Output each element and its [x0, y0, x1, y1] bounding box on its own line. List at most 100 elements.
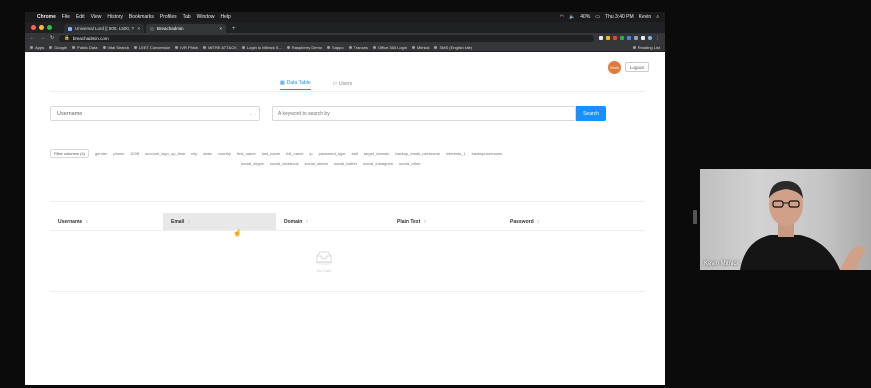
bookmark-item[interactable]: IVR Phish	[175, 45, 198, 50]
share-icon[interactable]	[599, 36, 603, 40]
tab-label: Data Table	[286, 80, 311, 86]
filter-column-option[interactable]: first_name	[237, 151, 256, 156]
bookmark-label: Mitnick	[417, 44, 430, 50]
back-icon[interactable]: ←	[30, 35, 35, 41]
filter-column-option[interactable]: state	[203, 151, 212, 156]
bookmark-item[interactable]: Google	[49, 45, 67, 50]
filter-column-option[interactable]: social_other	[399, 161, 421, 166]
menu-item-bookmarks[interactable]: Bookmarks	[129, 14, 154, 20]
filter-column-option[interactable]: backupusername	[472, 151, 503, 156]
bookmark-item[interactable]: Office 365 Login	[372, 45, 407, 50]
menu-item-history[interactable]: History	[107, 14, 123, 20]
avatar[interactable]: Kevin	[608, 61, 621, 74]
search-button[interactable]: Search	[576, 106, 606, 121]
search-input[interactable]	[272, 106, 576, 121]
filter-column-option[interactable]: ip	[310, 151, 313, 156]
wifi-icon[interactable]: ◠	[560, 14, 564, 20]
tab-data-table[interactable]: ▦ Data Table	[280, 80, 311, 90]
sort-icon[interactable]: ⇕	[537, 219, 540, 224]
filter-column-option[interactable]: city	[191, 151, 197, 156]
filter-column-option[interactable]: target_domain	[364, 151, 390, 156]
menu-item-help[interactable]: Help	[220, 14, 230, 20]
bookmark-favicon-icon	[102, 45, 106, 49]
filter-column-option[interactable]: account_sign_up_time	[145, 151, 185, 156]
minimize-window-icon[interactable]	[39, 25, 44, 30]
puzzle-icon[interactable]	[641, 36, 645, 40]
filter-columns-button[interactable]: Filter columns (4)	[50, 149, 89, 158]
column-header-plain-text[interactable]: Plain Text ⇕	[389, 213, 502, 230]
bookmark-item[interactable]: LEET Conversion	[134, 45, 170, 50]
bookmark-item[interactable]: Vital Search	[102, 45, 129, 50]
menu-item-view[interactable]: View	[91, 14, 102, 20]
bookmark-item[interactable]: Public Data	[72, 45, 98, 50]
menu-item-profiles[interactable]: Profiles	[160, 14, 177, 20]
webcam-resize-handle[interactable]	[693, 210, 697, 224]
bookmark-item[interactable]: Login to Mitnick S...	[241, 45, 282, 50]
filter-column-option[interactable]: social_twitter	[334, 161, 357, 166]
column-header-username[interactable]: Username ⇕	[50, 213, 163, 230]
bookmark-item[interactable]: SMS (English site)	[434, 45, 472, 50]
extension-icon[interactable]	[634, 36, 638, 40]
sort-icon[interactable]: ⇕	[305, 219, 308, 224]
extension-icon[interactable]	[627, 36, 631, 40]
filter-column-option[interactable]: gender	[95, 151, 107, 156]
close-window-icon[interactable]	[31, 25, 36, 30]
filter-column-option[interactable]: interests_1	[446, 151, 466, 156]
filter-column-option[interactable]: social_steam	[305, 161, 328, 166]
new-tab-icon[interactable]: +	[228, 24, 240, 33]
battery-percent[interactable]: 40%	[580, 14, 590, 20]
tab-close-icon[interactable]: ×	[137, 26, 140, 31]
bookmark-favicon-icon	[286, 45, 290, 49]
tab-users[interactable]: ⚇ Users	[333, 80, 353, 90]
bookmark-item[interactable]: Sappo	[327, 45, 344, 50]
menu-item-edit[interactable]: Edit	[76, 14, 85, 20]
extension-icon[interactable]	[620, 36, 624, 40]
filter-column-option[interactable]: last_name	[262, 151, 280, 156]
filter-column-option[interactable]: salt	[352, 151, 358, 156]
sort-icon[interactable]: ⇕	[85, 219, 88, 224]
menu-item-tab[interactable]: Tab	[183, 14, 191, 20]
bookmark-item[interactable]: Apps	[30, 45, 44, 50]
maximize-window-icon[interactable]	[47, 25, 52, 30]
volume-icon[interactable]: 🔈	[569, 14, 575, 20]
filter-column-option[interactable]: social_skype	[241, 161, 264, 166]
more-menu-icon[interactable]: ⋮	[655, 35, 660, 41]
spotlight-search-icon[interactable]: ⌕	[656, 14, 659, 20]
logout-button[interactable]: Logout	[625, 62, 649, 72]
sort-icon[interactable]: ⇕	[187, 219, 190, 224]
search-field-select[interactable]: Username ⌄	[50, 106, 260, 121]
filter-column-option[interactable]: social_instagram	[363, 161, 393, 166]
filter-column-option[interactable]: backup_email_username	[395, 151, 440, 156]
reading-list-button[interactable]: Reading List	[632, 45, 660, 50]
menu-item-chrome[interactable]: Chrome	[37, 14, 56, 20]
bookmark-star-icon[interactable]	[606, 36, 610, 40]
extension-icon[interactable]	[613, 36, 617, 40]
menubar-user[interactable]: Kevin	[639, 14, 652, 20]
bookmark-item[interactable]: MITRE ATT&CK	[203, 45, 237, 50]
menu-item-file[interactable]: File	[62, 14, 70, 20]
browser-tab[interactable]: Universal Lord || 500, L500, ? ×	[64, 24, 144, 33]
hand-cursor-icon: ☝	[233, 230, 242, 237]
filter-column-option[interactable]: password_type	[319, 151, 346, 156]
tab-close-icon[interactable]: ×	[219, 26, 222, 31]
filter-column-option[interactable]: country	[218, 151, 231, 156]
column-header-password[interactable]: Password ⇕	[502, 213, 645, 230]
column-header-email[interactable]: Email ⇕	[163, 213, 276, 230]
browser-toolbar: ← → ↻ 🔒 breachadmin.com ⋮	[25, 33, 665, 43]
sort-icon[interactable]: ⇕	[423, 219, 426, 224]
profile-icon[interactable]	[648, 36, 652, 40]
browser-tab-active[interactable]: Breachadmin ×	[146, 24, 226, 33]
filter-column-option[interactable]: social_facebook	[270, 161, 299, 166]
column-header-domain[interactable]: Domain ⇕	[276, 213, 389, 230]
menu-item-window[interactable]: Window	[197, 14, 215, 20]
menubar-clock[interactable]: Thu 3:40 PM	[605, 14, 634, 20]
bookmark-item[interactable]: Mitnick	[412, 45, 429, 50]
reload-icon[interactable]: ↻	[50, 35, 54, 41]
filter-column-option[interactable]: phone	[113, 151, 124, 156]
address-bar[interactable]: 🔒 breachadmin.com	[59, 34, 594, 42]
bookmark-item[interactable]: Trances	[348, 45, 368, 50]
forward-icon[interactable]: →	[40, 35, 45, 41]
filter-column-option[interactable]: DOB	[131, 151, 140, 156]
bookmark-item[interactable]: Raspberry Demo	[286, 45, 322, 50]
filter-column-option[interactable]: full_name	[286, 151, 303, 156]
